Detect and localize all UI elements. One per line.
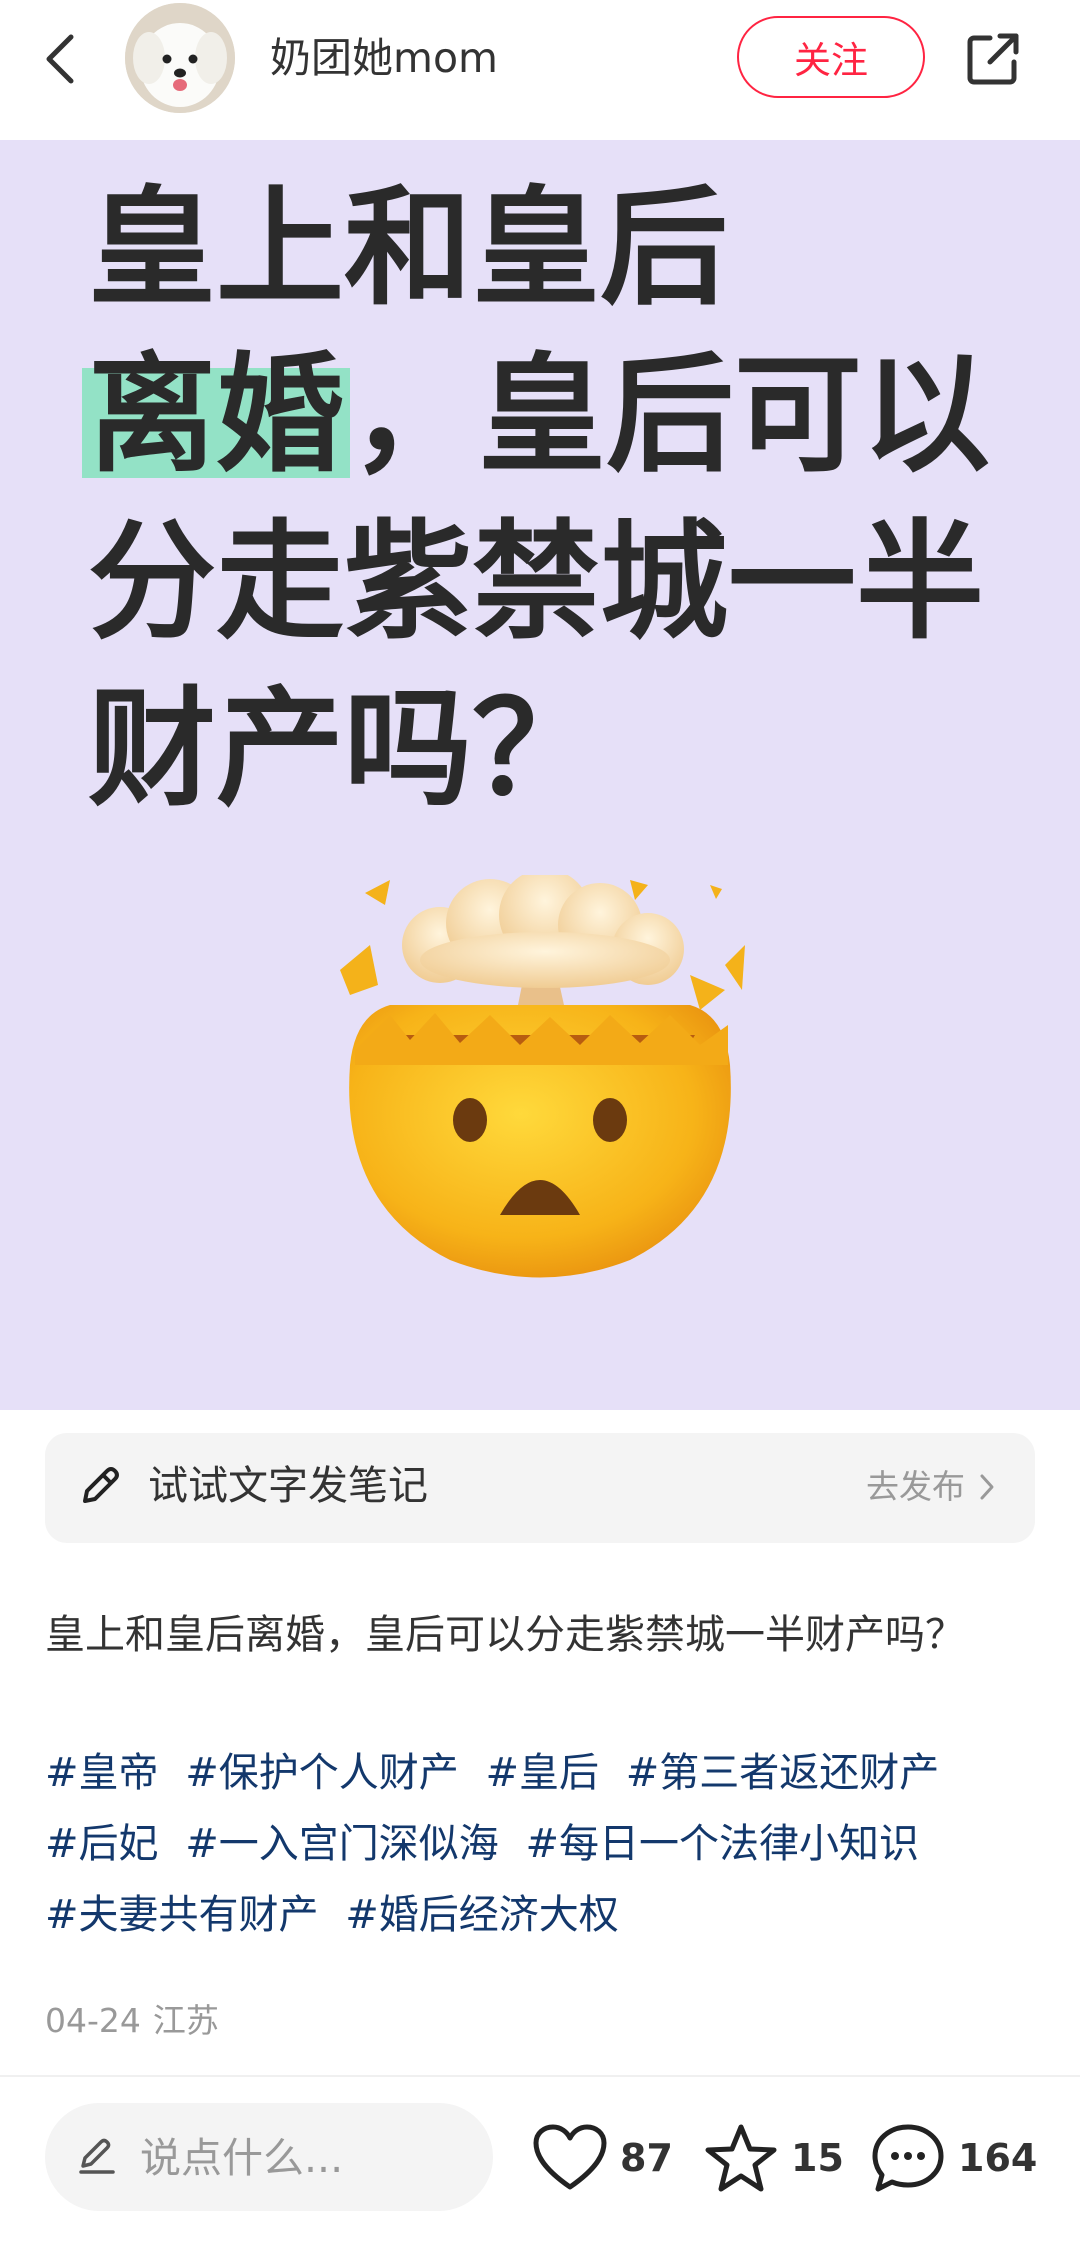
top-bar: 奶团她mom 关注: [0, 0, 1080, 140]
dog-avatar-image: [125, 3, 235, 113]
hashtag[interactable]: #后妃: [45, 1821, 159, 1867]
comment-input[interactable]: 说点什么...: [45, 2103, 493, 2211]
exploding-head-emoji: [340, 875, 745, 1278]
hashtag[interactable]: #皇帝: [45, 1750, 159, 1796]
star-count: 15: [791, 2136, 844, 2180]
star-icon: [705, 2124, 777, 2192]
chevron-right-icon: [980, 1474, 994, 1500]
composer-prompt: 试试文字发笔记: [148, 1463, 428, 1509]
cover-title-line-2: 离婚，皇后可以: [82, 332, 1028, 499]
divider: [0, 2075, 1080, 2077]
cover-title-highlight: 离婚: [82, 341, 351, 490]
avatar[interactable]: [125, 3, 235, 113]
cover-title-line-4: 财产吗？: [88, 675, 601, 824]
cover-title-line-1: 皇上和皇后: [88, 174, 729, 323]
share-icon: [967, 33, 1019, 85]
hashtag[interactable]: #婚后经济大权: [345, 1892, 619, 1938]
note-cover-image[interactable]: 皇上和皇后 离婚，皇后可以 分走紫禁城一半 财产吗？: [0, 140, 1080, 1410]
hashtag[interactable]: #第三者返还财产: [626, 1750, 940, 1796]
follow-button[interactable]: 关注: [737, 16, 925, 98]
back-button[interactable]: [30, 28, 92, 90]
hashtag[interactable]: #一入宫门深似海: [185, 1821, 499, 1867]
publish-link[interactable]: 去发布: [866, 1463, 995, 1511]
hashtag[interactable]: #夫妻共有财产: [45, 1892, 319, 1938]
collect-button[interactable]: 15: [703, 2118, 844, 2198]
comment-placeholder: 说点什么...: [140, 2134, 344, 2182]
post-date: 04-24: [45, 2001, 141, 2040]
share-button[interactable]: [958, 24, 1028, 94]
hashtag[interactable]: #保护个人财产: [185, 1750, 459, 1796]
publish-label: 去发布: [866, 1467, 965, 1506]
username[interactable]: 奶团她mom: [270, 30, 498, 86]
post-location: 江苏: [152, 2001, 219, 2040]
like-count: 87: [620, 2136, 673, 2180]
cover-title-line-2-rest: ，皇后可以: [350, 341, 991, 490]
like-button[interactable]: 87: [532, 2118, 673, 2198]
post-description: 皇上和皇后离婚，皇后可以分走紫禁城一半财产吗？: [45, 1612, 965, 1658]
comment-count: 164: [958, 2136, 1038, 2180]
pencil-icon: [79, 2138, 115, 2174]
comment-button[interactable]: 164: [870, 2118, 1037, 2198]
write-note-composer[interactable]: 试试文字发笔记 去发布: [45, 1433, 1035, 1543]
pencil-icon: [83, 1467, 119, 1503]
chevron-left-icon: [46, 34, 74, 84]
hashtag-list: #皇帝 #保护个人财产 #皇后 #第三者返还财产 #后妃 #一入宫门深似海 #每…: [45, 1738, 1035, 1951]
post-meta: 04-24 江苏: [45, 1997, 219, 2045]
cover-title-line-3: 分走紫禁城一半: [88, 508, 985, 657]
hashtag[interactable]: #皇后: [485, 1750, 599, 1796]
comment-bubble-icon: [872, 2124, 944, 2192]
cover-title: 皇上和皇后 离婚，皇后可以 分走紫禁城一半 财产吗？: [82, 165, 1028, 833]
heart-icon: [533, 2124, 607, 2190]
hashtag[interactable]: #每日一个法律小知识: [525, 1821, 919, 1867]
